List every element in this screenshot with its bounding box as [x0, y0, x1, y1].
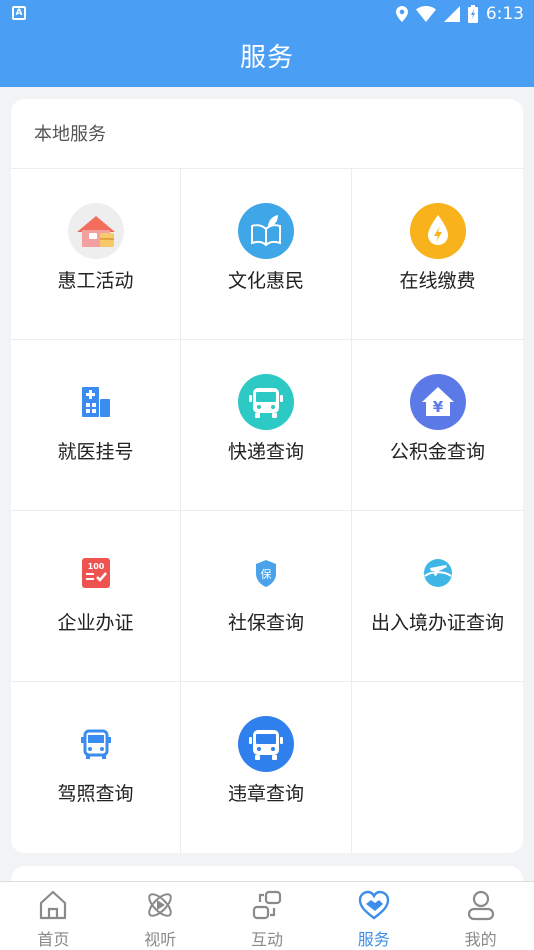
- empty-cell: [352, 682, 523, 853]
- local-services-card: 本地服务 惠工活动 文化惠民 在线缴费 就医挂号 快递查询 ¥ 公积金查询 10…: [11, 99, 523, 853]
- svg-text:100: 100: [87, 562, 104, 571]
- status-bar: A 6:13: [0, 0, 534, 30]
- tab-label: 我的: [464, 930, 497, 949]
- service-chu-ru-jing[interactable]: 出入境办证查询: [352, 511, 523, 682]
- battery-icon: [467, 5, 478, 23]
- insurance-shield-icon: 保: [237, 544, 295, 602]
- lightning-drop-icon: [409, 202, 467, 260]
- service-label: 出入境办证查询: [370, 612, 504, 634]
- app-bar: 服务: [0, 30, 534, 87]
- service-label: 驾照查询: [57, 783, 134, 805]
- location-icon: [395, 6, 408, 22]
- signal-icon: [443, 6, 460, 22]
- home-icon: [40, 890, 67, 920]
- tab-label: 服务: [357, 930, 390, 949]
- tab-label: 首页: [37, 930, 70, 949]
- yuan-house-icon: ¥: [409, 373, 467, 431]
- tab-profile[interactable]: 我的: [427, 882, 534, 950]
- service-zai-xian-jiao-fei[interactable]: 在线缴费: [352, 169, 523, 340]
- service-label: 就医挂号: [57, 441, 134, 463]
- service-kuai-di[interactable]: 快递查询: [181, 340, 352, 511]
- service-label: 文化惠民: [227, 270, 304, 292]
- service-label: 违章查询: [227, 783, 304, 805]
- service-jia-zhao[interactable]: 驾照查询: [11, 682, 181, 853]
- book-leaf-icon: [237, 202, 295, 260]
- service-she-bao[interactable]: 保 社保查询: [181, 511, 352, 682]
- tab-interact[interactable]: 互动: [214, 882, 321, 950]
- tab-media[interactable]: 视听: [107, 882, 214, 950]
- bus-circle-icon: [237, 715, 295, 773]
- interact-icon: [252, 890, 282, 920]
- service-label: 企业办证: [57, 612, 134, 634]
- airplane-globe-icon: [409, 544, 467, 602]
- svg-text:¥: ¥: [432, 398, 443, 416]
- user-icon: [467, 890, 494, 921]
- service-jiu-yi[interactable]: 就医挂号: [11, 340, 181, 511]
- service-label: 快递查询: [227, 441, 304, 463]
- tab-home[interactable]: 首页: [0, 882, 107, 950]
- certificate-100-icon: 100: [67, 544, 125, 602]
- service-gong-ji-jin[interactable]: ¥ 公积金查询: [352, 340, 523, 511]
- service-label: 惠工活动: [57, 270, 134, 292]
- hospital-building-icon: [67, 373, 125, 431]
- section-title: 本地服务: [34, 124, 106, 145]
- tab-label: 互动: [250, 930, 283, 949]
- tab-label: 视听: [144, 930, 177, 949]
- bottom-tab-bar: 首页 视听 互动 服务 我的: [0, 881, 534, 950]
- bus-icon: [237, 373, 295, 431]
- status-time: 6:13: [485, 4, 524, 24]
- house-gift-icon: [67, 202, 125, 260]
- service-label: 公积金查询: [389, 441, 485, 463]
- service-wei-zhang[interactable]: 违章查询: [181, 682, 352, 853]
- page-title: 服务: [239, 43, 294, 73]
- service-label: 在线缴费: [399, 270, 476, 292]
- notification-badge-icon: A: [12, 6, 26, 20]
- service-qi-ye-ban-zheng[interactable]: 100 企业办证: [11, 511, 181, 682]
- atom-play-icon: [148, 893, 172, 917]
- service-label: 社保查询: [227, 612, 304, 634]
- svg-text:保: 保: [261, 567, 272, 581]
- wifi-icon: [415, 6, 436, 22]
- handshake-heart-icon: [358, 890, 389, 920]
- tab-services[interactable]: 服务: [320, 882, 427, 950]
- bus-outline-icon: [67, 715, 125, 773]
- services-grid: 惠工活动 文化惠民 在线缴费 就医挂号 快递查询 ¥ 公积金查询 100 企业办…: [11, 169, 523, 853]
- service-hui-gong[interactable]: 惠工活动: [11, 169, 181, 340]
- service-wen-hua[interactable]: 文化惠民: [181, 169, 352, 340]
